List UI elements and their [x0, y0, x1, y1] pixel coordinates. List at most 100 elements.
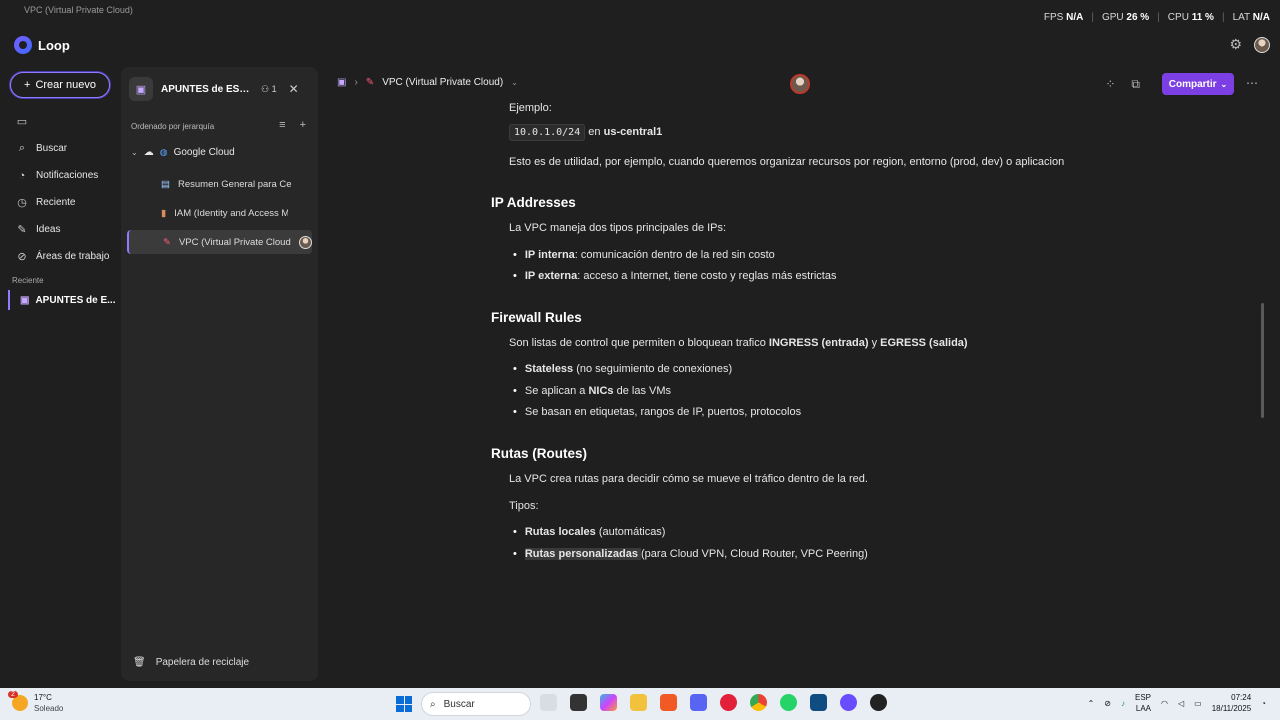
document-canvas[interactable]: Ejemplo: 10.0.1.0/24 en us-central1 Esto…	[325, 98, 1270, 683]
collaborator-avatar[interactable]	[790, 74, 810, 94]
copy-page-icon[interactable]: ⧉	[1131, 77, 1140, 92]
heading-ip-addresses: IP Addresses	[491, 195, 576, 210]
heading-firewall-rules: Firewall Rules	[491, 310, 582, 325]
nav-item-ideas[interactable]: ✎ Ideas	[0, 216, 120, 243]
list-item: • IP interna: comunicación dentro de la r…	[513, 249, 775, 261]
network-off-icon[interactable]: ⊘	[1104, 699, 1111, 708]
create-new-button[interactable]: + Crear nuevo	[10, 72, 110, 98]
app-header: Loop ⚙	[0, 28, 1280, 64]
heading-routes: Rutas (Routes)	[491, 446, 588, 461]
more-options-icon[interactable]: ⋯	[1246, 76, 1258, 90]
taskbar: 2 17°C Soleado ⌕ Buscar ⌃ ⊘ ♪ ESP LAA ◠ ◁ …	[0, 688, 1280, 720]
workspace-header: ▣ APUNTES de ESTUDIO ⚇ 1 ✕	[129, 77, 315, 101]
list-item: • IP externa: acceso a Internet, tiene co…	[513, 270, 837, 282]
workspace-panel: ▣ APUNTES de ESTUDIO ⚇ 1 ✕ Ordenado por …	[121, 67, 318, 681]
inline-code: 10.0.1.0/24	[509, 124, 586, 141]
panel-icon: ▭	[16, 116, 28, 128]
battery-icon[interactable]: ▭	[1194, 699, 1202, 708]
recent-header: Reciente	[12, 276, 44, 285]
list-item: • Rutas locales (automáticas)	[513, 526, 666, 538]
file-explorer-icon[interactable]	[630, 694, 647, 711]
lat-readout: LAT N/A	[1232, 12, 1270, 23]
search-icon: ⌕	[430, 698, 436, 710]
workspaces-icon: ⊘	[17, 251, 27, 263]
nav-item-search[interactable]: ⌕ Buscar	[0, 135, 120, 162]
taskbar-search[interactable]: ⌕ Buscar	[421, 692, 531, 716]
nav-item-notifications[interactable]: ◔ Notificaciones	[0, 162, 120, 189]
filter-icon[interactable]: ≡	[279, 119, 285, 131]
share-button[interactable]: Compartir ⌄	[1162, 73, 1234, 95]
breadcrumb: ▣ › ✎ VPC (Virtual Private Cloud) ⌄	[337, 77, 518, 88]
copilot-icon[interactable]	[600, 694, 617, 711]
search-icon: ⌕	[18, 142, 26, 154]
notification-bell-icon[interactable]: ◔	[1261, 699, 1266, 708]
tree-page-iam[interactable]: ▮ IAM (Identity and Access Management)	[127, 201, 312, 225]
chevron-down-icon: ⌄	[1220, 79, 1228, 89]
brave-icon[interactable]	[660, 694, 677, 711]
tree-page-vpc[interactable]: ✎ VPC (Virtual Private Cloud)	[127, 230, 312, 254]
example-line: 10.0.1.0/24 en us-central1	[509, 124, 662, 141]
paragraph: Tipos:	[509, 500, 539, 512]
taskbar-apps	[540, 694, 887, 711]
add-page-icon[interactable]: +	[300, 119, 306, 131]
sun-icon: 2	[8, 691, 28, 711]
workspace-icon[interactable]: ▣	[337, 77, 346, 88]
window-titlebar: VPC (Virtual Private Cloud) FPS N/A | GP…	[0, 0, 1280, 28]
document-header: ▣ › ✎ VPC (Virtual Private Cloud) ⌄ ⁘ ⧉ …	[325, 70, 1280, 98]
globe-icon: ◍	[159, 147, 168, 157]
loop-logo-icon	[14, 36, 32, 54]
sort-label: Ordenado por jerarquía	[131, 122, 215, 131]
fps-readout: FPS N/A	[1043, 12, 1084, 23]
whatsapp-icon[interactable]	[780, 694, 797, 711]
loop-icon[interactable]	[840, 694, 857, 711]
members-button[interactable]: ⚇ 1	[261, 84, 277, 95]
avatar[interactable]	[1254, 37, 1270, 53]
app-icon[interactable]	[870, 694, 887, 711]
components-icon[interactable]: ⁘	[1105, 77, 1115, 92]
weather-widget[interactable]: 2 17°C Soleado	[8, 691, 63, 714]
scrollbar[interactable]	[1261, 303, 1264, 418]
app-name: Loop	[38, 37, 70, 53]
pencil-icon: ✎	[17, 224, 27, 236]
language-indicator[interactable]: ESP LAA	[1135, 692, 1151, 714]
pin-icon: ✎	[163, 236, 171, 248]
chevron-up-icon[interactable]: ⌃	[1088, 699, 1095, 708]
tree-page-resumen[interactable]: ▤ Resumen General para Certificación	[127, 172, 312, 196]
chevron-down-icon[interactable]: ⌄	[511, 78, 518, 87]
cpu-readout: CPU 11 %	[1167, 12, 1214, 23]
workspace-icon: ▣	[20, 294, 30, 306]
system-tray: ⌃ ⊘ ♪ ESP LAA ◠ ◁ ▭ 07:24 18/11/2025 ◔	[1088, 692, 1266, 714]
vscode-icon[interactable]	[810, 694, 827, 711]
avatar	[299, 235, 312, 249]
app-logo[interactable]: Loop	[14, 36, 70, 54]
microphone-icon[interactable]: ♪	[1121, 699, 1125, 708]
wifi-icon[interactable]: ◠	[1161, 699, 1168, 708]
page-title[interactable]: VPC (Virtual Private Cloud)	[382, 77, 503, 88]
windows-start-icon[interactable]	[396, 696, 412, 712]
paragraph: La VPC crea rutas para decidir cómo se m…	[509, 473, 868, 485]
volume-icon[interactable]: ◁	[1178, 699, 1184, 708]
recycle-bin[interactable]: 🗑 Papelera de reciclaje	[133, 657, 249, 668]
opera-icon[interactable]	[720, 694, 737, 711]
nav-item-recent[interactable]: ◷ Reciente	[0, 189, 120, 216]
nav-item-sidebar-toggle[interactable]: ▭	[0, 108, 120, 135]
left-navigation: + Crear nuevo ▭ ⌕ Buscar ◔ Notificaciones …	[0, 64, 120, 684]
trash-icon: 🗑	[133, 657, 146, 668]
nav-item-workspaces[interactable]: ⊘ Áreas de trabajo	[0, 243, 120, 270]
gear-icon[interactable]: ⚙	[1229, 36, 1242, 53]
bell-icon: ◔	[18, 169, 26, 182]
paragraph: La VPC maneja dos tipos principales de I…	[509, 222, 727, 234]
tree-folder-google-cloud[interactable]: ⌄ ☁ ◍ Google Cloud	[131, 147, 235, 158]
chrome-icon[interactable]	[750, 694, 767, 711]
list-item: • Se basan en etiquetas, rangos de IP, pu…	[513, 406, 802, 418]
paragraph: Son listas de control que permiten o blo…	[509, 337, 968, 349]
clock[interactable]: 07:24 18/11/2025	[1212, 692, 1251, 714]
task-view-icon[interactable]	[570, 694, 587, 711]
discord-icon[interactable]	[690, 694, 707, 711]
workspace-icon[interactable]: ▣	[129, 77, 153, 101]
app-icon[interactable]	[540, 694, 557, 711]
close-icon[interactable]: ✕	[289, 82, 299, 96]
workspace-name[interactable]: APUNTES de ESTUDIO	[161, 84, 251, 95]
performance-overlay: FPS N/A | GPU 26 % | CPU 11 % | LAT N/A	[1043, 12, 1270, 23]
recent-workspace-item[interactable]: ▣ APUNTES de E...	[8, 290, 118, 310]
